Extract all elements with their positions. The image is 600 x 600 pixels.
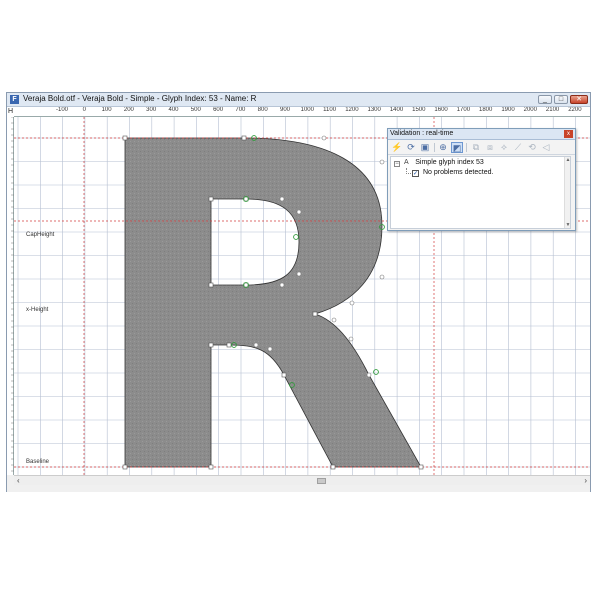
paste-icon[interactable]: ⧈ xyxy=(484,142,496,153)
ruler-label: 300 xyxy=(146,107,157,113)
horizontal-scrollbar[interactable]: ‹ › xyxy=(14,475,590,485)
on-curve-point xyxy=(226,342,232,348)
on-curve-point xyxy=(418,464,424,470)
ruler-label: 1500 xyxy=(412,107,426,113)
smooth-point xyxy=(373,369,379,375)
horizontal-ruler: -100 0 100 200 300 400 500 600 700 800 900 1000 1100… xyxy=(14,107,590,117)
refresh-icon[interactable]: ⟳ xyxy=(405,142,417,153)
ruler-label: 1400 xyxy=(389,107,404,113)
ruler-label: 2100 xyxy=(545,107,560,113)
ruler-label: 200 xyxy=(123,107,134,113)
off-curve-point xyxy=(379,159,385,165)
on-curve-point xyxy=(312,311,318,317)
off-curve-point xyxy=(348,336,354,342)
on-curve-point xyxy=(208,342,214,348)
window-title: Veraja Bold.otf - Veraja Bold - Simple -… xyxy=(23,94,257,103)
smooth-point xyxy=(293,234,299,240)
ruler-label: 1200 xyxy=(345,107,359,113)
validation-panel: Validation : real-time x ⚡ ⟳ ▣ ⊕ ◩ ⧉ ⧈ ⟡… xyxy=(387,128,576,231)
title-bar[interactable]: F Veraja Bold.otf - Veraja Bold - Simple… xyxy=(7,93,590,107)
ruler-label: 1300 xyxy=(367,107,381,113)
scroll-down-icon[interactable]: ▼ xyxy=(565,222,571,228)
save-icon[interactable]: ▣ xyxy=(419,142,431,153)
on-curve-point xyxy=(208,196,214,202)
capheight-label: CapHeight xyxy=(26,232,55,238)
status-bar xyxy=(7,485,590,492)
ruler-label: 100 xyxy=(101,107,112,113)
off-curve-point xyxy=(296,271,302,277)
validation-panel-title-bar[interactable]: Validation : real-time x xyxy=(388,129,575,140)
off-curve-point xyxy=(296,209,302,215)
ruler-label: 500 xyxy=(190,107,201,113)
off-curve-point xyxy=(279,282,285,288)
tree-connector xyxy=(406,173,411,175)
on-curve-point xyxy=(330,464,336,470)
ruler-label: 1800 xyxy=(479,107,493,113)
maximize-button[interactable]: □ xyxy=(554,95,568,104)
tree-collapse-icon[interactable]: − xyxy=(394,161,400,167)
ruler-label: 1000 xyxy=(300,107,314,113)
validation-panel-close-button[interactable]: x xyxy=(564,130,573,138)
off-curve-point xyxy=(379,274,385,280)
on-curve-point xyxy=(241,135,247,141)
on-curve-point xyxy=(281,372,287,378)
validation-panel-title: Validation : real-time xyxy=(390,130,454,137)
copy-icon[interactable]: ⧉ xyxy=(470,142,482,153)
lightning-icon[interactable]: ⚡ xyxy=(391,142,403,153)
ruler-label: 2000 xyxy=(523,107,537,113)
off-curve-point xyxy=(366,372,372,378)
on-curve-point xyxy=(122,464,128,470)
tree-vertical-scrollbar[interactable]: ▲ ▼ xyxy=(564,157,570,228)
ruler-label: 600 xyxy=(213,107,224,113)
ruler-label: 0 xyxy=(82,107,86,113)
tree-root-label: Simple glyph index 53 xyxy=(415,159,484,166)
validation-toolbar: ⚡ ⟳ ▣ ⊕ ◩ ⧉ ⧈ ⟡ ⟋ ⟲ ◁ xyxy=(388,140,575,155)
on-curve-point xyxy=(208,282,214,288)
off-curve-point xyxy=(321,135,327,141)
off-curve-point xyxy=(279,196,285,202)
tree-root-item[interactable]: A Simple glyph index 53 xyxy=(404,159,484,166)
scroll-thumb[interactable] xyxy=(317,478,326,484)
baseline-label: Baseline xyxy=(26,459,50,465)
ruler-label: 1600 xyxy=(434,107,448,113)
minimize-button[interactable]: _ xyxy=(538,95,552,104)
ruler-label: 900 xyxy=(279,107,291,113)
ruler-label: 1700 xyxy=(456,107,471,113)
ruler-label: -100 xyxy=(55,107,69,113)
ruler-label: 1900 xyxy=(501,107,515,113)
path-icon[interactable]: ⟋ xyxy=(512,142,524,153)
off-curve-point xyxy=(331,317,337,323)
ruler-label: 1100 xyxy=(323,107,337,113)
ruler-corner: H xyxy=(7,107,14,117)
toolbar-separator xyxy=(466,143,467,152)
toolbar-separator xyxy=(434,143,435,152)
glyph-type-icon: A xyxy=(404,159,409,166)
scroll-up-icon[interactable]: ▲ xyxy=(565,157,571,163)
on-curve-point xyxy=(208,464,214,470)
close-button[interactable]: ✕ xyxy=(570,95,588,104)
font-editor-app-icon: F xyxy=(10,95,19,104)
ruler-label: 700 xyxy=(235,107,246,113)
ruler-label: 800 xyxy=(257,107,268,113)
off-curve-point xyxy=(253,342,259,348)
xheight-label: x-Height xyxy=(26,307,49,313)
vertical-ruler xyxy=(7,116,14,475)
node-icon[interactable]: ⟡ xyxy=(498,142,510,153)
tree-child-label: No problems detected. xyxy=(423,169,494,176)
off-curve-point xyxy=(349,300,355,306)
overlay-icon[interactable]: ◩ xyxy=(451,142,463,153)
contour-icon[interactable]: ⟲ xyxy=(526,142,538,153)
no-problems-checkbox[interactable]: ✓ xyxy=(412,170,419,177)
validation-tree: − A Simple glyph index 53 ✓ No problems … xyxy=(390,156,571,229)
ruler-label: 400 xyxy=(168,107,179,113)
off-curve-point xyxy=(267,346,273,352)
fix-icon[interactable]: ⊕ xyxy=(437,142,449,153)
ruler-label: 2200 xyxy=(568,107,582,113)
on-curve-point xyxy=(122,135,128,141)
measure-icon[interactable]: ◁ xyxy=(540,142,552,153)
